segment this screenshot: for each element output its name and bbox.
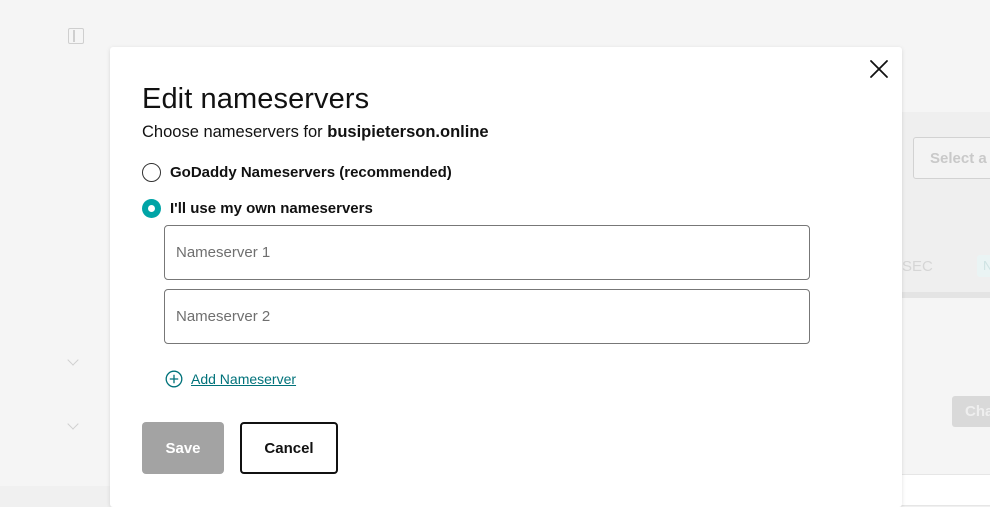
cancel-button[interactable]: Cancel (240, 422, 338, 474)
radio-option-custom[interactable]: I'll use my own nameservers (142, 199, 373, 218)
sidebar-toggle-icon (68, 28, 84, 44)
domain-name: busipieterson.online (327, 123, 489, 141)
radio-label-godaddy: GoDaddy Nameservers (recommended) (170, 164, 452, 181)
edit-nameservers-dialog: Edit nameservers Choose nameservers for … (110, 47, 902, 507)
close-icon (870, 60, 888, 78)
plus-circle-icon (165, 370, 183, 388)
save-button[interactable]: Save (142, 422, 224, 474)
radio-godaddy-nameservers[interactable] (142, 163, 161, 182)
close-button[interactable] (869, 59, 889, 79)
dialog-title: Edit nameservers (142, 83, 370, 115)
add-nameserver-button[interactable]: Add Nameserver (165, 370, 296, 388)
add-nameserver-link[interactable]: Add Nameserver (191, 371, 296, 387)
chevron-down-icon (68, 420, 78, 430)
radio-label-custom: I'll use my own nameservers (170, 200, 373, 217)
chevron-down-icon (68, 356, 78, 366)
background-badge: N (977, 255, 990, 277)
background-dnssec-label: SEC (902, 258, 933, 275)
radio-option-godaddy[interactable]: GoDaddy Nameservers (recommended) (142, 163, 452, 182)
subtitle-text: Choose nameservers for (142, 123, 328, 141)
nameserver-1-input[interactable] (164, 225, 810, 280)
nameserver-2-input[interactable] (164, 289, 810, 344)
radio-own-nameservers[interactable] (142, 199, 161, 218)
background-select: Select a (913, 137, 990, 179)
dialog-subtitle: Choose nameservers for busipieterson.onl… (142, 123, 489, 142)
background-change-button: Cha (952, 396, 990, 427)
